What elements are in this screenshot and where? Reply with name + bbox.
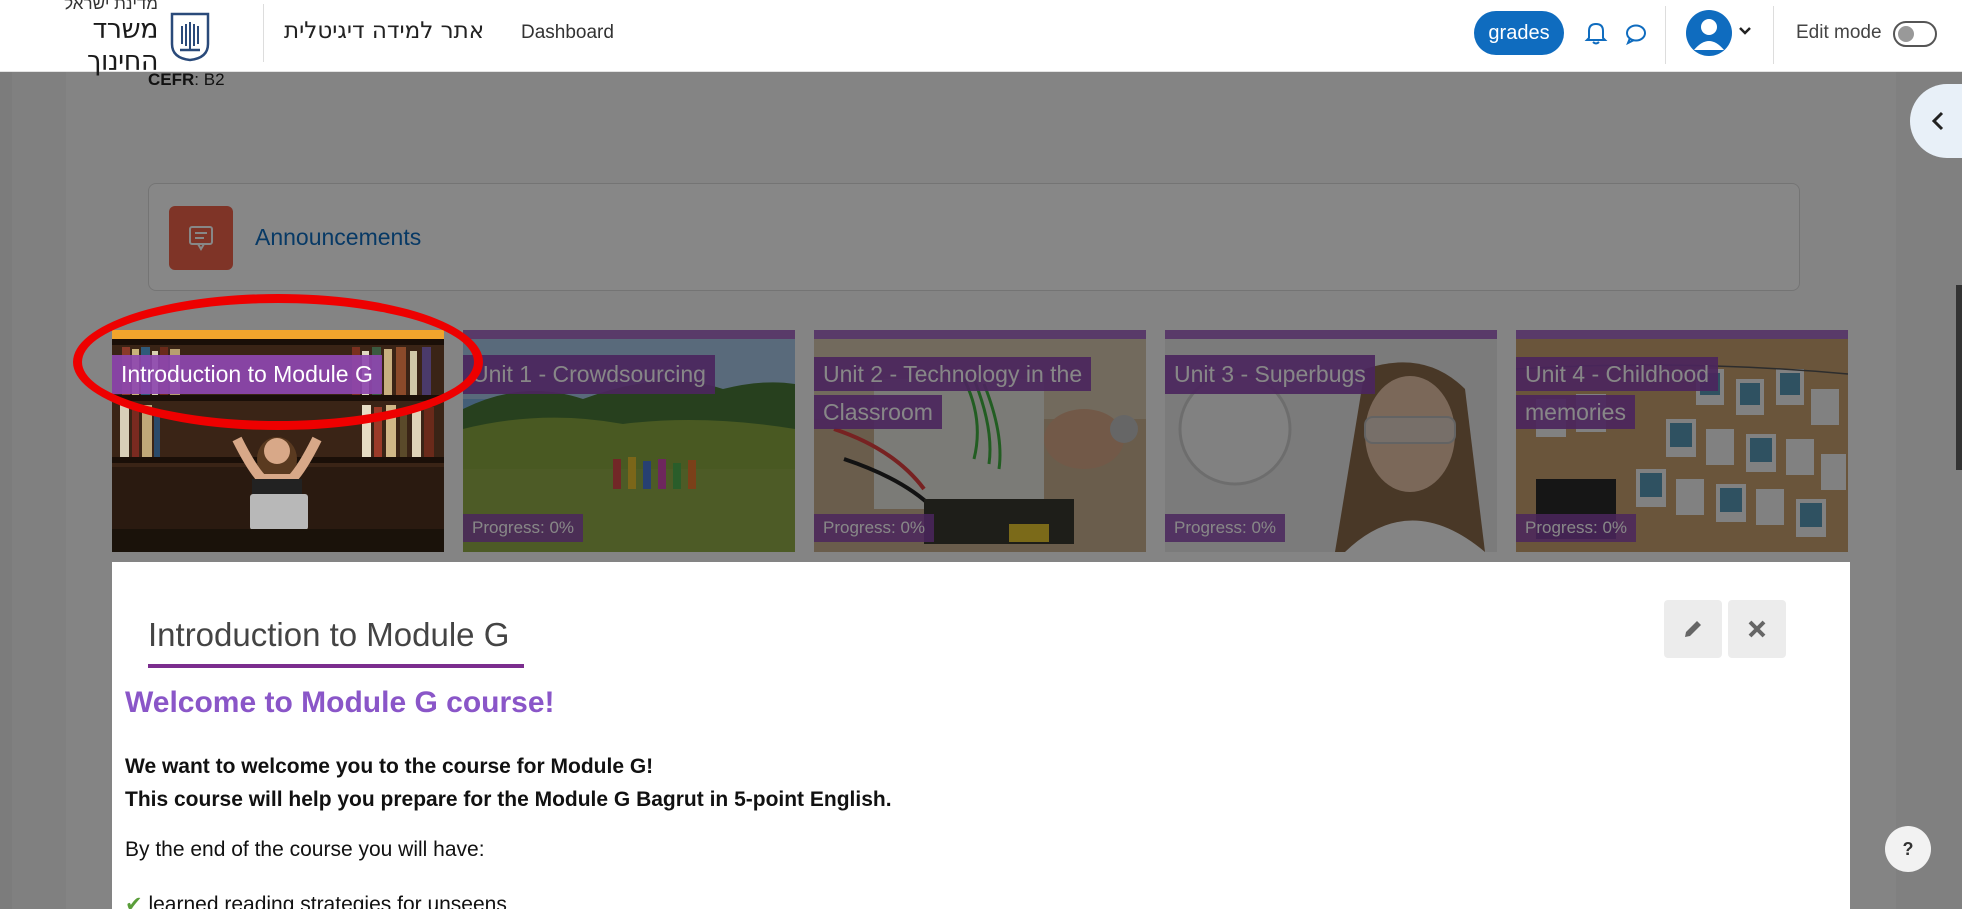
brand-main-text: משרד החינוך xyxy=(87,14,159,77)
welcome-heading: Welcome to Module G course! xyxy=(125,686,555,719)
tile-title: Unit 2 - Technology in the Classroom xyxy=(814,355,1092,431)
chevron-left-icon xyxy=(1931,111,1944,131)
scrollbar-thumb[interactable] xyxy=(1956,285,1962,470)
tile-progress: Progress: 0% xyxy=(1165,514,1286,542)
nav-divider xyxy=(263,4,264,62)
chat-icon[interactable] xyxy=(1624,22,1648,46)
tile-unit-1[interactable]: Unit 1 - Crowdsourcing Progress: 0% xyxy=(463,330,795,552)
toggle-knob xyxy=(1898,26,1914,42)
tile-progress: Progress: 0% xyxy=(1516,514,1637,542)
edit-section-button[interactable] xyxy=(1664,600,1722,658)
edit-mode-label: Edit mode xyxy=(1796,22,1882,43)
outcome-list-item: ✔ learned reading strategies for unseens xyxy=(125,892,507,909)
outcome-text: learned reading strategies for unseens xyxy=(148,893,507,909)
tile-progress: Progress: 0% xyxy=(463,514,584,542)
top-navbar: מדינת ישראל משרד החינוך אתר למידה דיגיטל… xyxy=(0,0,1962,77)
highlight-ellipse xyxy=(73,294,483,430)
tile-unit-3[interactable]: Unit 3 - Superbugs Progress: 0% xyxy=(1165,330,1497,552)
tile-title-line-2: memories xyxy=(1516,395,1635,429)
emblem-icon xyxy=(170,12,210,62)
nav-divider xyxy=(1773,6,1774,64)
tile-unit-2[interactable]: Unit 2 - Technology in the Classroom Pro… xyxy=(814,330,1146,552)
course-outcomes-intro: By the end of the course you will have: xyxy=(125,838,485,861)
dashboard-link[interactable]: Dashboard xyxy=(521,22,614,44)
section-title-underline xyxy=(148,664,524,668)
nav-divider xyxy=(1665,6,1666,64)
check-icon: ✔ xyxy=(125,893,143,909)
welcome-line-1: We want to welcome you to the course for… xyxy=(125,755,654,778)
welcome-paragraph: We want to welcome you to the course for… xyxy=(125,750,892,816)
ministry-logo[interactable]: מדינת ישראל משרד החינוך xyxy=(28,0,228,77)
announcements-activity[interactable]: Announcements xyxy=(148,183,1800,291)
tile-title-line-1: Unit 2 - Technology in the xyxy=(814,357,1092,391)
cefr-level: CEFR: B2 xyxy=(148,70,225,90)
close-section-button[interactable] xyxy=(1728,600,1786,658)
forum-icon xyxy=(169,206,233,270)
section-title: Introduction to Module G xyxy=(148,616,510,653)
edit-mode-toggle[interactable] xyxy=(1893,21,1937,47)
cefr-value: : B2 xyxy=(194,70,225,89)
ministry-name: מדינת ישראל משרד החינוך xyxy=(28,0,158,78)
tile-unit-4[interactable]: Unit 4 - Childhood memories Progress: 0% xyxy=(1516,330,1848,552)
close-icon xyxy=(1748,620,1766,638)
announcements-link[interactable]: Announcements xyxy=(255,224,421,251)
tile-title: Unit 1 - Crowdsourcing xyxy=(463,355,715,394)
tile-title: Unit 4 - Childhood memories xyxy=(1516,355,1719,431)
left-gutter xyxy=(0,72,12,909)
grades-button[interactable]: grades xyxy=(1474,11,1564,55)
user-avatar-icon[interactable] xyxy=(1686,10,1732,56)
brand-top-text: מדינת ישראל xyxy=(64,0,158,13)
bell-icon[interactable] xyxy=(1584,20,1608,46)
section-content: Introduction to Module G Welcome to Modu… xyxy=(112,562,1850,909)
tile-title: Unit 3 - Superbugs xyxy=(1165,355,1375,394)
tile-title-line-2: Classroom xyxy=(814,395,942,429)
welcome-line-2: This course will help you prepare for th… xyxy=(125,788,892,811)
pencil-icon xyxy=(1685,621,1701,637)
chevron-down-icon[interactable] xyxy=(1738,24,1752,38)
tile-title-line-1: Unit 4 - Childhood xyxy=(1516,357,1719,391)
digital-learning-site-link[interactable]: אתר למידה דיגיטלית xyxy=(284,18,484,44)
help-button[interactable]: ? xyxy=(1885,826,1931,872)
tile-progress: Progress: 0% xyxy=(814,514,935,542)
